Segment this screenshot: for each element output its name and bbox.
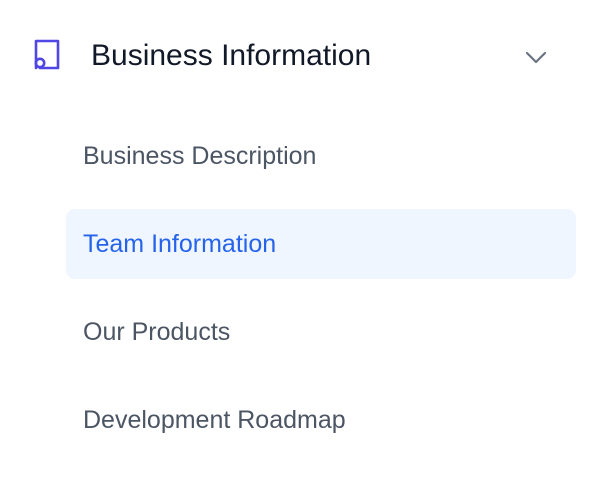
sidebar-nav: Business Information Business Descriptio… xyxy=(0,0,592,482)
chevron-down-icon[interactable] xyxy=(522,43,550,71)
subnav-item-development-roadmap[interactable]: Development Roadmap xyxy=(66,385,576,455)
subnav-item-team-information[interactable]: Team Information xyxy=(66,209,576,279)
subnav-item-label: Team Information xyxy=(83,230,277,258)
book-icon xyxy=(34,39,60,70)
section-header-business-information[interactable]: Business Information xyxy=(0,20,592,94)
subnav-item-label: Business Description xyxy=(83,142,317,170)
subnav-item-label: Development Roadmap xyxy=(83,406,346,434)
subnav-item-business-description[interactable]: Business Description xyxy=(66,121,576,191)
subnav-item-label: Our Products xyxy=(83,318,231,346)
subnav-item-our-products[interactable]: Our Products xyxy=(66,297,576,367)
section-title: Business Information xyxy=(91,39,372,72)
